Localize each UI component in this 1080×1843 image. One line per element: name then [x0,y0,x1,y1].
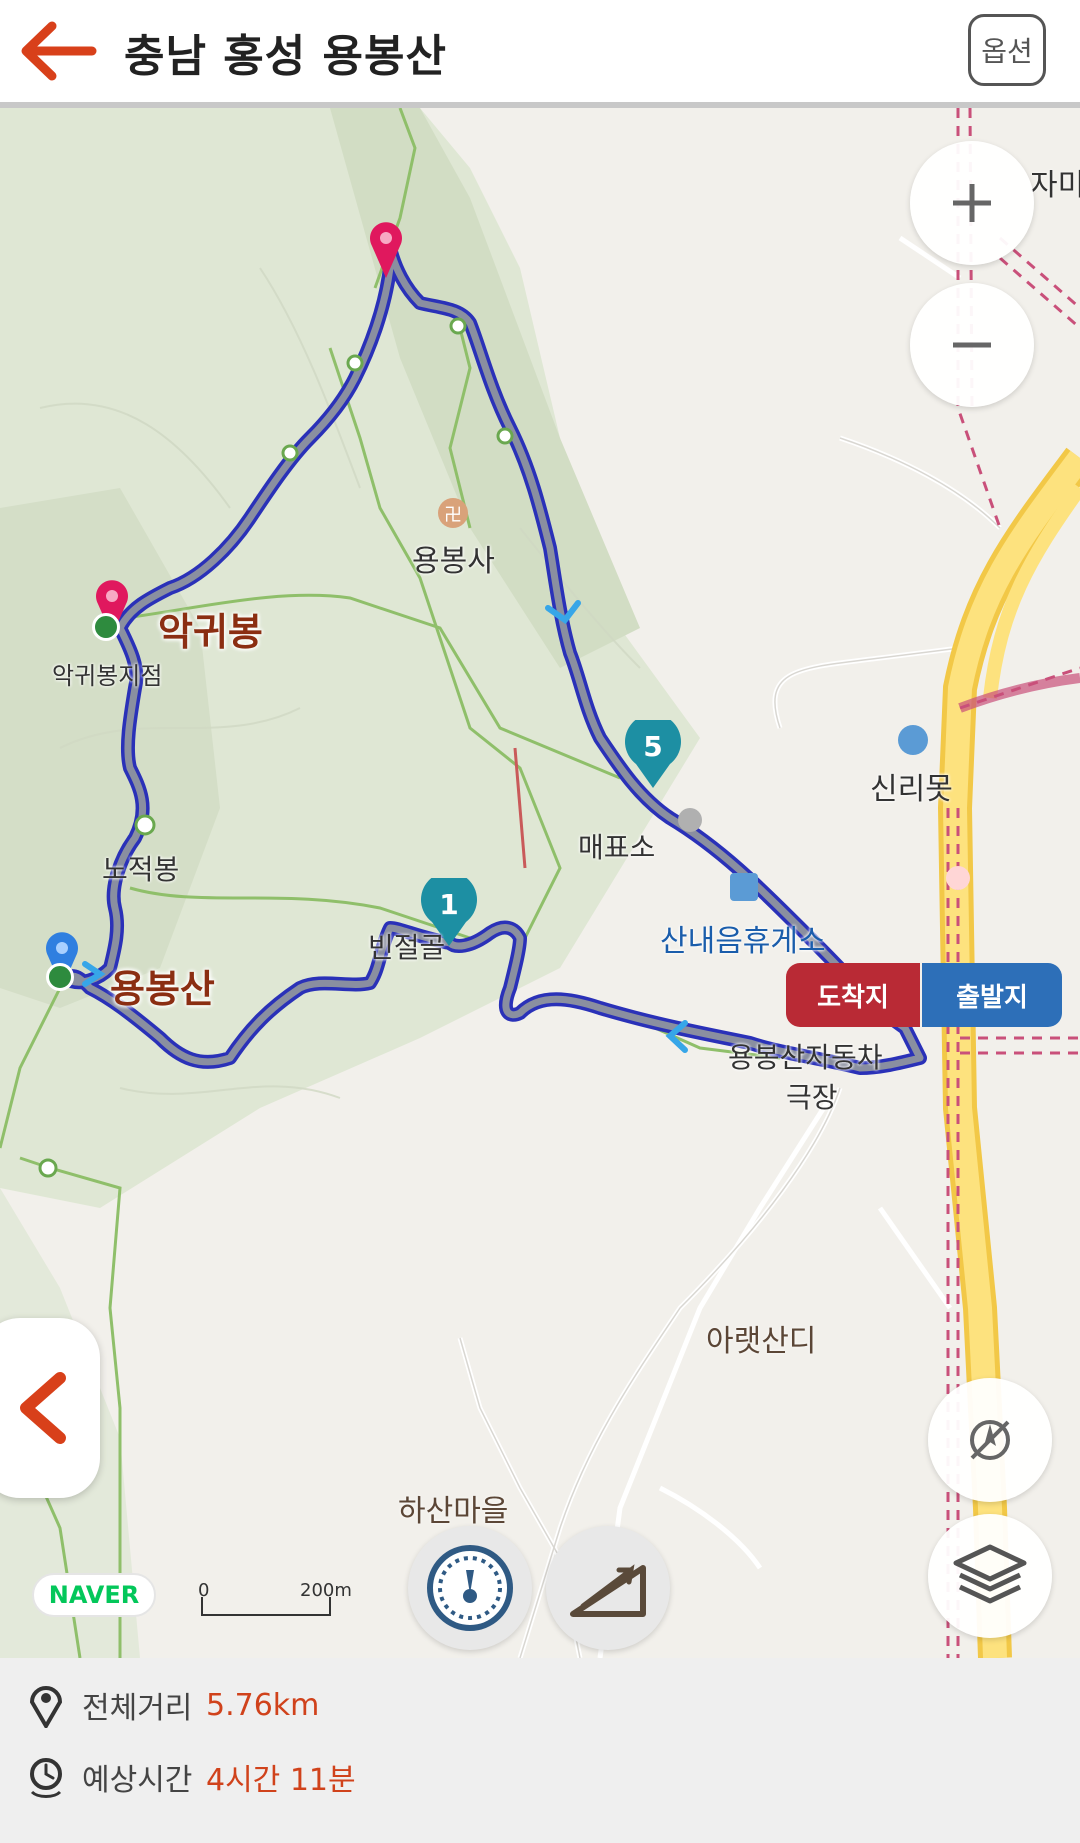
plus-icon [953,184,991,222]
elevation-icon [570,1564,646,1617]
label-yongbongsa: 용봉사 [412,544,495,579]
departure-flag[interactable]: 출발지 [922,963,1062,1027]
distance-value: 5.76km [206,1687,320,1723]
option-button[interactable]: 옵션 [968,14,1046,86]
time-label: 예상시간 [82,1763,193,1798]
label-binjeol: 빈절골 [368,931,446,964]
label-nojeokbong: 노적봉 [102,853,180,886]
peak-marker-icon [46,963,74,991]
side-panel-toggle[interactable] [0,1318,100,1498]
label-akgwibong-point: 악귀봉지점 [52,662,163,690]
elevation-button[interactable] [546,1526,670,1650]
naver-logo: NAVER [32,1573,156,1617]
compass-off-icon [970,1420,1010,1460]
back-arrow-icon[interactable] [18,18,98,84]
time-value: 4시간 11분 [206,1763,356,1798]
app-header: 충남 홍성 용봉산 옵션 [0,0,1080,108]
clock-icon [30,1758,62,1798]
label-akgwibong: 악귀봉 [158,610,263,654]
compass-button[interactable] [928,1378,1052,1502]
scale-value: 200m [300,1580,352,1601]
layers-icon [953,1544,1027,1604]
time-row: 예상시간 4시간 11분 [28,1752,356,1802]
minus-icon [953,342,991,348]
label-sinrimot: 신리못 [870,772,953,807]
scale-zero: 0 [198,1580,210,1601]
label-yongbongsan: 용봉산 [110,967,215,1011]
layers-button[interactable] [928,1514,1052,1638]
label-rest-area: 산내음휴게소 [660,924,826,959]
speedometer-button[interactable] [408,1526,532,1650]
label-hasanmaeul: 하산마을 [398,1494,509,1529]
label-jami: 자미 [1030,168,1080,203]
distance-pin-icon [29,1686,63,1728]
label-parking: 용봉산자동차 [728,1041,883,1074]
distance-label: 전체거리 [82,1691,193,1726]
page-title: 충남 홍성 용봉산 [124,31,447,82]
label-parking-2: 극장 [786,1081,838,1114]
label-ticket-office: 매표소 [578,831,656,864]
zoom-in-button[interactable] [910,141,1034,265]
chevron-left-icon [20,1372,66,1444]
zoom-out-button[interactable] [910,283,1034,407]
waypoint-5-marker[interactable]: 5 [624,720,682,790]
speedometer-icon [427,1545,513,1631]
route-info-panel: 전체거리 5.76km 예상시간 4시간 11분 [0,1658,1080,1843]
distance-row: 전체거리 5.76km [28,1680,319,1730]
label-araetsandi: 아랫산디 [706,1324,817,1359]
map-view[interactable]: 卍 1 5 자미 용봉사 악귀봉 악귀봉지점 노적봉 용봉산 빈절골 매표소 산… [0,108,1080,1658]
svg-text:卍: 卍 [444,505,462,526]
arrival-flag[interactable]: 도착지 [786,963,920,1027]
summit-pin-icon[interactable] [366,220,406,280]
peak-marker-icon [92,613,120,641]
